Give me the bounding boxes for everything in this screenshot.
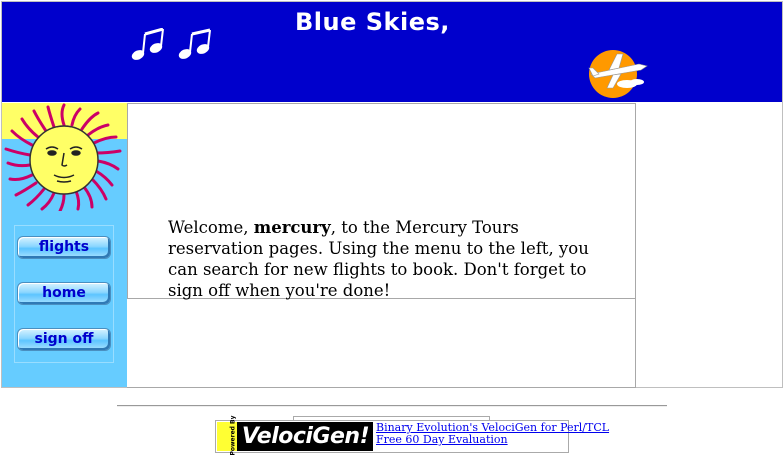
sun-icon bbox=[4, 103, 122, 211]
content-lower-area bbox=[127, 298, 636, 388]
powered-by-badge: Powered By bbox=[217, 415, 238, 456]
velocigen-links: Binary Evolution's VelociGen for Perl/TC… bbox=[376, 422, 609, 446]
velocigen-logo[interactable]: VelociGen! bbox=[238, 422, 373, 451]
sign-off-button[interactable]: sign off bbox=[17, 328, 111, 351]
banner-title: Blue Skies, bbox=[295, 8, 450, 36]
welcome-message: Welcome, mercury, to the Mercury Tours r… bbox=[168, 217, 608, 301]
sun-logo bbox=[2, 103, 127, 211]
airplane-sun-icon bbox=[588, 50, 648, 98]
footer-divider bbox=[117, 405, 667, 407]
welcome-prefix: Welcome, bbox=[168, 218, 254, 237]
content-panel: Welcome, mercury, to the Mercury Tours r… bbox=[127, 103, 636, 301]
music-notes-icon bbox=[131, 28, 211, 60]
flights-button[interactable]: flights bbox=[17, 236, 111, 259]
username: mercury bbox=[253, 218, 331, 237]
header-banner: Blue Skies, bbox=[2, 2, 782, 102]
home-button[interactable]: home bbox=[17, 282, 111, 305]
free-evaluation-link[interactable]: Free 60 Day Evaluation bbox=[376, 434, 609, 446]
velocigen-ad: Powered By VelociGen! Binary Evolution's… bbox=[215, 415, 609, 456]
